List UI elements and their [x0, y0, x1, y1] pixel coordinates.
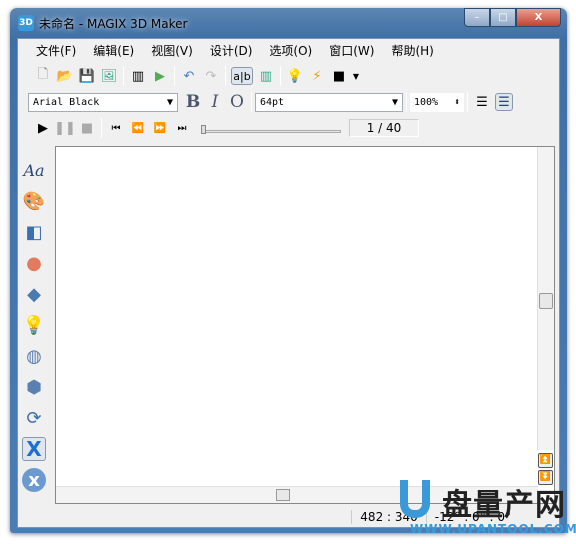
chevron-down-icon[interactable]: ▼	[352, 67, 360, 85]
pause-icon[interactable]: ❚❚	[54, 119, 76, 137]
frame-slider[interactable]	[201, 119, 341, 137]
fast-forward-icon[interactable]: ⏩	[151, 119, 169, 137]
close-button[interactable]: X	[516, 8, 561, 27]
last-frame-icon[interactable]: ⏭	[173, 119, 191, 137]
menu-view[interactable]: 视图(V)	[151, 41, 193, 61]
font-value: Arial Black	[33, 96, 100, 108]
texture-icon[interactable]: ◍	[22, 344, 46, 368]
rotate-icon[interactable]: ⟳	[22, 406, 46, 430]
menu-bar: 文件(F) 编辑(E) 视图(V) 设计(D) 选项(O) 窗口(W) 帮助(H…	[18, 41, 451, 61]
first-frame-icon[interactable]: ⏮	[107, 119, 125, 137]
spinner-icon[interactable]: ⬍	[454, 97, 460, 108]
export-image-icon[interactable]: 🖼	[100, 67, 118, 85]
slider-thumb[interactable]	[201, 125, 206, 134]
frame-counter: 1 / 40	[349, 119, 419, 137]
minimize-button[interactable]: –	[464, 8, 490, 27]
menu-file[interactable]: 文件(F)	[36, 41, 76, 61]
align-left-icon[interactable]: ☰	[473, 93, 491, 111]
redo-icon[interactable]: ↷	[202, 67, 220, 85]
effects-icon[interactable]: ⚡	[308, 67, 326, 85]
chevron-down-icon: ▼	[166, 96, 173, 108]
zoom-spinner[interactable]: 100% ⬍	[410, 92, 464, 112]
separator	[251, 92, 252, 112]
separator	[101, 118, 102, 138]
scroll-thumb[interactable]	[276, 489, 290, 501]
light-icon[interactable]: 💡	[286, 67, 304, 85]
color-palette-icon[interactable]: 🎨	[22, 189, 46, 213]
zoom-value: 100%	[414, 96, 439, 108]
menu-design[interactable]: 设计(D)	[210, 41, 253, 61]
separator	[225, 66, 226, 86]
new-icon[interactable]: 🗋	[34, 67, 52, 85]
objects-icon[interactable]: ⬢	[22, 375, 46, 399]
page-up-button[interactable]: ⏫	[538, 453, 553, 468]
app-window: 3D 未命名 - MAGIX 3D Maker – □ X 文件(F) 编辑(E…	[10, 8, 567, 533]
title-bar[interactable]: 3D 未命名 - MAGIX 3D Maker – □ X	[10, 8, 567, 38]
text-edit-icon[interactable]: a|b	[231, 67, 253, 85]
font-size-select[interactable]: 64pt ▼	[255, 92, 403, 112]
separator	[467, 92, 468, 112]
font-select[interactable]: Arial Black ▼	[28, 92, 178, 112]
maximize-button[interactable]: □	[490, 8, 516, 27]
watermark-logo	[400, 480, 430, 518]
lighting-icon[interactable]: 💡	[22, 313, 46, 337]
rewind-icon[interactable]: ⏪	[129, 119, 147, 137]
x-object-icon[interactable]: X	[22, 437, 46, 461]
standard-toolbar: 🗋 📂 💾 🖼 ▥ ▶ ↶ ↷ a|b ▥ 💡 ⚡ ■ ▼	[32, 65, 362, 87]
scroll-thumb[interactable]	[539, 293, 553, 309]
app-icon: 3D	[18, 15, 34, 31]
chevron-down-icon: ▼	[391, 96, 398, 108]
stop-icon[interactable]: ■	[78, 119, 96, 137]
separator	[174, 66, 175, 86]
font-size-value: 64pt	[260, 96, 285, 108]
background-icon[interactable]: ■	[330, 67, 348, 85]
material-icon[interactable]: ●	[22, 251, 46, 275]
watermark-brand: 盘量产网	[442, 488, 566, 523]
menu-window[interactable]: 窗口(W)	[329, 41, 374, 61]
extrude-icon[interactable]: ◧	[22, 220, 46, 244]
separator	[280, 66, 281, 86]
outline-button[interactable]: O	[228, 92, 246, 112]
undo-icon[interactable]: ↶	[180, 67, 198, 85]
bevel-icon[interactable]: ◆	[22, 282, 46, 306]
save-icon[interactable]: 💾	[78, 67, 96, 85]
menu-help[interactable]: 帮助(H)	[391, 41, 433, 61]
animation-edit-icon[interactable]: ▥	[129, 67, 147, 85]
font-icon[interactable]: Aa	[22, 158, 46, 182]
format-toolbar: Arial Black ▼ B I O 64pt ▼ 100% ⬍ ☰ ☰	[28, 91, 515, 113]
bold-button[interactable]: B	[184, 92, 202, 112]
vertical-scrollbar[interactable]	[537, 147, 554, 450]
open-icon[interactable]: 📂	[56, 67, 74, 85]
align-center-icon[interactable]: ☰	[495, 93, 513, 111]
animation-apply-icon[interactable]: ▶	[151, 67, 169, 85]
tools-sidebar: Aa 🎨 ◧ ● ◆ 💡 ◍ ⬢ ⟳ X x	[21, 151, 51, 499]
menu-options[interactable]: 选项(O)	[269, 41, 312, 61]
playback-toolbar: ▶ ❚❚ ■ ⏮ ⏪ ⏩ ⏭ 1 / 40	[32, 117, 419, 139]
separator	[123, 66, 124, 86]
window-title: 未命名 - MAGIX 3D Maker	[39, 16, 188, 31]
watermark-url: WWW.UPANTOOL.COM	[410, 522, 576, 536]
play-icon[interactable]: ▶	[34, 119, 52, 137]
separator	[406, 92, 407, 112]
italic-button[interactable]: I	[206, 92, 224, 112]
design-canvas[interactable]: ⏫ ⏬	[55, 146, 555, 504]
menu-edit[interactable]: 编辑(E)	[93, 41, 134, 61]
watermark: 盘量产网 WWW.UPANTOOL.COM	[400, 478, 576, 540]
x-circle-icon[interactable]: x	[22, 468, 46, 492]
preview-animation-icon[interactable]: ▥	[257, 67, 275, 85]
client-area: 文件(F) 编辑(E) 视图(V) 设计(D) 选项(O) 窗口(W) 帮助(H…	[17, 38, 560, 528]
